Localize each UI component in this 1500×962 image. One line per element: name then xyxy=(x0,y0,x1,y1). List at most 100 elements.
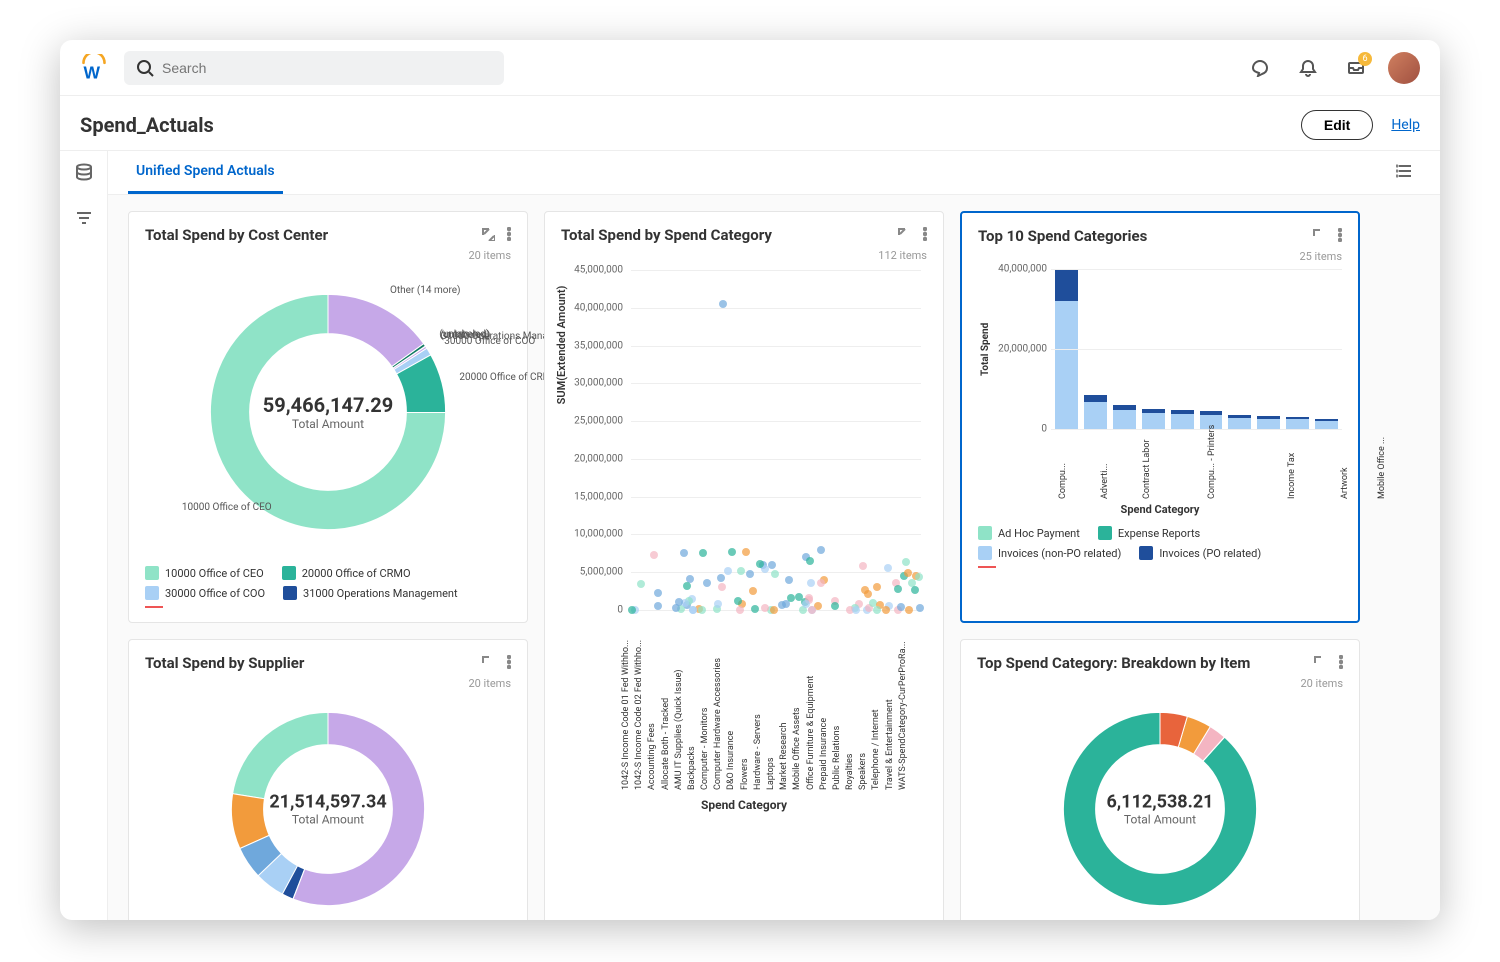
data-point[interactable] xyxy=(782,600,790,608)
data-point[interactable] xyxy=(734,597,742,605)
expand-icon[interactable] xyxy=(481,226,495,245)
data-point[interactable] xyxy=(637,580,645,588)
data-point[interactable] xyxy=(904,569,912,577)
legend-item[interactable]: Expense Reports xyxy=(1098,526,1200,540)
data-point[interactable] xyxy=(768,561,776,569)
legend-swatch xyxy=(978,526,992,540)
expand-icon[interactable] xyxy=(897,226,911,245)
data-point[interactable] xyxy=(719,300,727,308)
items-count: 112 items xyxy=(561,249,927,262)
data-point[interactable] xyxy=(718,583,726,591)
search-input[interactable] xyxy=(162,60,492,76)
data-point[interactable] xyxy=(654,602,662,610)
legend-item[interactable]: 10000 Office of CEO xyxy=(145,566,264,580)
x-tick: 1042-S Income Code 01 Fed Withho... xyxy=(621,640,631,790)
expand-icon[interactable] xyxy=(1313,654,1327,673)
legend-item[interactable]: 20000 Office of CRMO xyxy=(282,566,411,580)
y-tick: 40,000,000 xyxy=(563,302,623,313)
bar[interactable] xyxy=(1315,419,1338,429)
x-tick: Hardware - Servers xyxy=(753,714,763,790)
workday-logo[interactable]: W xyxy=(80,54,108,82)
y-tick: 10,000,000 xyxy=(563,529,623,540)
data-point[interactable] xyxy=(728,548,736,556)
view-list-icon[interactable] xyxy=(1390,156,1420,190)
data-point[interactable] xyxy=(817,546,825,554)
data-source-icon[interactable] xyxy=(75,163,93,185)
data-point[interactable] xyxy=(884,564,892,572)
data-point[interactable] xyxy=(650,551,658,559)
expand-icon[interactable] xyxy=(1312,227,1326,246)
donut-center-value: 59,466,147.29 xyxy=(263,393,393,417)
more-icon[interactable] xyxy=(923,226,927,245)
x-tick: Prepaid Insurance xyxy=(819,718,829,790)
more-icon[interactable] xyxy=(1339,654,1343,673)
inbox-icon[interactable]: 6 xyxy=(1340,52,1372,84)
data-point[interactable] xyxy=(873,583,881,591)
search-box[interactable] xyxy=(124,51,504,85)
more-icon[interactable] xyxy=(507,226,511,245)
legend-item[interactable]: Ad Hoc Payment xyxy=(978,526,1080,540)
card-total-spend-supplier: Total Spend by Supplier 20 items 21,514,… xyxy=(128,639,528,920)
data-point[interactable] xyxy=(911,586,919,594)
data-point[interactable] xyxy=(795,593,803,601)
data-point[interactable] xyxy=(806,557,814,565)
data-point[interactable] xyxy=(831,602,839,610)
data-point[interactable] xyxy=(771,570,779,578)
x-tick: Office Furniture & Equipment xyxy=(806,676,816,790)
expand-icon[interactable] xyxy=(481,654,495,673)
more-icon[interactable] xyxy=(1338,227,1342,246)
notifications-icon[interactable] xyxy=(1292,52,1324,84)
data-point[interactable] xyxy=(714,600,722,608)
scatter-chart[interactable]: SUM(Extended Amount) 05,000,00010,000,00… xyxy=(561,270,921,610)
donut-chart[interactable]: 6,112,538.21 Total Amount xyxy=(1045,694,1275,920)
data-point[interactable] xyxy=(807,579,815,587)
data-point[interactable] xyxy=(654,589,662,597)
bar[interactable] xyxy=(1142,409,1165,429)
data-point[interactable] xyxy=(737,567,745,575)
data-point[interactable] xyxy=(817,579,825,587)
x-tick: Market Research xyxy=(779,723,789,791)
data-point[interactable] xyxy=(746,570,754,578)
bar-chart[interactable]: Total Spend 020,000,00040,000,000 xyxy=(978,269,1342,429)
donut-chart[interactable]: 59,466,147.29 Total Amount 10000 Office … xyxy=(188,272,468,552)
card-title: Top Spend Category: Breakdown by Item xyxy=(977,654,1313,672)
bar[interactable] xyxy=(1171,410,1194,429)
card-top-10-spend-categories[interactable]: Top 10 Spend Categories 25 items Total S… xyxy=(960,211,1360,623)
legend-item[interactable]: Invoices (non-PO related) xyxy=(978,546,1121,560)
data-point[interactable] xyxy=(756,560,764,568)
more-icon[interactable] xyxy=(507,654,511,673)
data-point[interactable] xyxy=(785,576,793,584)
bar[interactable] xyxy=(1113,405,1136,429)
legend-item[interactable]: Invoices (PO related) xyxy=(1139,546,1261,560)
help-link[interactable]: Help xyxy=(1391,117,1420,133)
data-point[interactable] xyxy=(859,562,867,570)
legend-item[interactable]: 31000 Operations Management xyxy=(283,586,458,600)
data-point[interactable] xyxy=(703,579,711,587)
data-point[interactable] xyxy=(683,582,691,590)
data-point[interactable] xyxy=(724,567,732,575)
data-point[interactable] xyxy=(861,586,869,594)
tabs: Unified Spend Actuals xyxy=(108,151,1440,195)
tab-unified-spend-actuals[interactable]: Unified Spend Actuals xyxy=(128,151,283,194)
bar[interactable] xyxy=(1084,395,1107,429)
filter-icon[interactable] xyxy=(75,209,93,231)
data-point[interactable] xyxy=(915,573,923,581)
legend-item[interactable]: 30000 Office of COO xyxy=(145,586,265,600)
data-point[interactable] xyxy=(699,549,707,557)
more-indicator xyxy=(978,566,996,568)
data-point[interactable] xyxy=(742,548,750,556)
legend-label: 10000 Office of CEO xyxy=(165,567,264,580)
more-indicator xyxy=(145,606,163,608)
data-point[interactable] xyxy=(894,585,902,593)
user-avatar[interactable] xyxy=(1388,52,1420,84)
edit-button[interactable]: Edit xyxy=(1301,110,1373,140)
donut-chart[interactable]: 21,514,597.34 Total Amount xyxy=(213,694,443,920)
card-title: Total Spend by Spend Category xyxy=(561,226,897,244)
data-point[interactable] xyxy=(902,558,910,566)
messages-icon[interactable] xyxy=(1244,52,1276,84)
data-point[interactable] xyxy=(680,549,688,557)
bar[interactable] xyxy=(1286,417,1309,429)
data-point[interactable] xyxy=(717,574,725,582)
card-top-spend-category-breakdown: Top Spend Category: Breakdown by Item 20… xyxy=(960,639,1360,920)
data-point[interactable] xyxy=(749,587,757,595)
